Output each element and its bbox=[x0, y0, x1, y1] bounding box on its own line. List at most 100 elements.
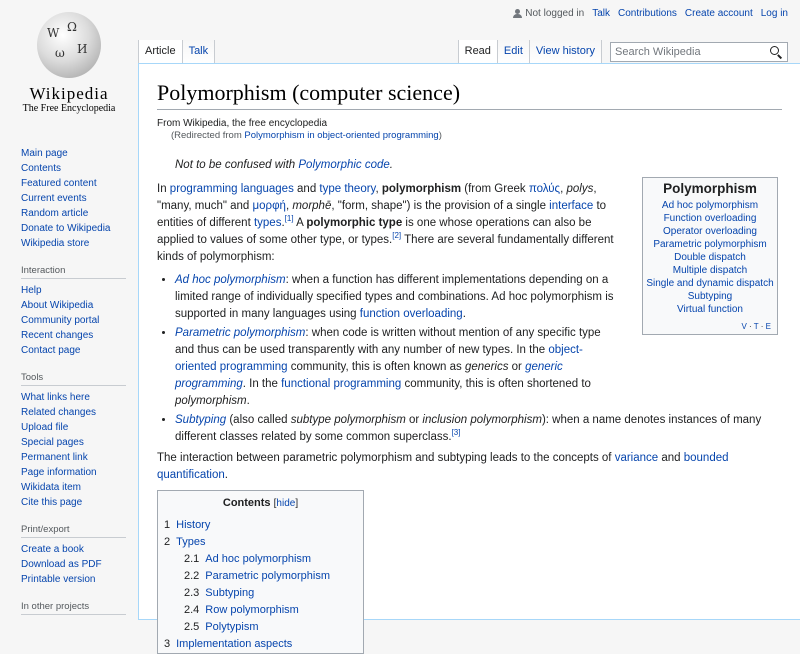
link-greek-morphe[interactable]: μορφή bbox=[253, 200, 286, 212]
navbox-link[interactable]: Virtual function bbox=[677, 304, 743, 315]
sidebar-link[interactable]: Cite this page bbox=[21, 497, 82, 508]
link-subtyping[interactable]: Subtyping bbox=[175, 414, 226, 426]
sidebar-link[interactable]: Contents bbox=[21, 163, 61, 174]
sidebar-item[interactable]: Cite this page bbox=[21, 495, 136, 510]
toc-hide-link[interactable]: hide bbox=[276, 498, 295, 509]
navbox-link[interactable]: Parametric polymorphism bbox=[653, 239, 766, 250]
contributions-link[interactable]: Contributions bbox=[618, 8, 677, 19]
sidebar-item[interactable]: Contents bbox=[21, 161, 136, 176]
sidebar-item[interactable]: Main page bbox=[21, 146, 136, 161]
search-icon[interactable] bbox=[769, 45, 783, 59]
link-parametric[interactable]: Parametric polymorphism bbox=[175, 327, 305, 339]
sidebar-link[interactable]: Main page bbox=[21, 148, 68, 159]
log-in-link[interactable]: Log in bbox=[761, 8, 788, 19]
toc-link[interactable]: Ad hoc polymorphism bbox=[205, 553, 311, 565]
sidebar-link[interactable]: Recent changes bbox=[21, 330, 93, 341]
sidebar-link[interactable]: Community portal bbox=[21, 315, 99, 326]
navbox-link[interactable]: Double dispatch bbox=[674, 252, 746, 263]
toc-entry[interactable]: 2 Types bbox=[164, 534, 357, 551]
navbox-link[interactable]: Multiple dispatch bbox=[673, 265, 747, 276]
sidebar-item[interactable]: Wikidata item bbox=[21, 480, 136, 495]
toc-entry[interactable]: 2.2 Parametric polymorphism bbox=[164, 568, 357, 585]
sidebar-link[interactable]: Create a book bbox=[21, 544, 84, 555]
sidebar-link[interactable]: Random article bbox=[21, 208, 88, 219]
tab-talk[interactable]: Talk bbox=[182, 40, 216, 64]
sidebar-item[interactable]: Current events bbox=[21, 191, 136, 206]
link-function-overloading[interactable]: function overloading bbox=[360, 308, 463, 320]
tab-article[interactable]: Article bbox=[138, 40, 183, 64]
sidebar-item[interactable]: About Wikipedia bbox=[21, 298, 136, 313]
cite-ref-1[interactable]: [1] bbox=[285, 214, 294, 223]
tab-edit[interactable]: Edit bbox=[497, 40, 530, 64]
vte-edit-link[interactable]: E bbox=[766, 322, 771, 331]
hatnote-link[interactable]: Polymorphic code bbox=[298, 159, 389, 171]
navbox-link[interactable]: Subtyping bbox=[688, 291, 732, 302]
link-interface[interactable]: interface bbox=[549, 200, 593, 212]
sidebar-item[interactable]: Recent changes bbox=[21, 328, 136, 343]
link-type-theory[interactable]: type theory bbox=[319, 183, 375, 195]
toc-entry[interactable]: 2.3 Subtyping bbox=[164, 585, 357, 602]
sidebar-link[interactable]: Permanent link bbox=[21, 452, 88, 463]
toc-entry[interactable]: 2.5 Polytypism bbox=[164, 619, 357, 636]
toc-link[interactable]: Types bbox=[176, 536, 205, 548]
sidebar-item[interactable]: Related changes bbox=[21, 405, 136, 420]
redirect-link[interactable]: Polymorphism in object-oriented programm… bbox=[244, 130, 438, 141]
sidebar-link[interactable]: Current events bbox=[21, 193, 87, 204]
toc-entry[interactable]: 3 Implementation aspects bbox=[164, 636, 357, 653]
sidebar-item[interactable]: Download as PDF bbox=[21, 557, 136, 572]
sidebar-link[interactable]: Printable version bbox=[21, 574, 95, 585]
link-functional-programming[interactable]: functional programming bbox=[281, 378, 401, 390]
link-ad-hoc[interactable]: Ad hoc polymorphism bbox=[175, 274, 286, 286]
tab-view-history[interactable]: View history bbox=[529, 40, 602, 64]
sidebar-link[interactable]: Download as PDF bbox=[21, 559, 102, 570]
sidebar-item[interactable]: Printable version bbox=[21, 572, 136, 587]
sidebar-link[interactable]: Contact page bbox=[21, 345, 81, 356]
sidebar-link[interactable]: About Wikipedia bbox=[21, 300, 93, 311]
navbox-link[interactable]: Ad hoc polymorphism bbox=[662, 200, 758, 211]
sidebar-link[interactable]: Help bbox=[21, 285, 42, 296]
navbox-link[interactable]: Function overloading bbox=[664, 213, 757, 224]
toc-link[interactable]: Subtyping bbox=[205, 587, 254, 599]
sidebar-link[interactable]: Wikidata item bbox=[21, 482, 81, 493]
sidebar-item[interactable]: What links here bbox=[21, 390, 136, 405]
sidebar-link[interactable]: What links here bbox=[21, 392, 90, 403]
cite-ref-2[interactable]: [2] bbox=[392, 231, 401, 240]
toc-link[interactable]: Implementation aspects bbox=[176, 638, 292, 650]
navbox-link[interactable]: Single and dynamic dispatch bbox=[646, 278, 773, 289]
sidebar-link[interactable]: Featured content bbox=[21, 178, 97, 189]
sidebar-item[interactable]: Special pages bbox=[21, 435, 136, 450]
sidebar-item[interactable]: Random article bbox=[21, 206, 136, 221]
sidebar-item[interactable]: Wikipedia store bbox=[21, 236, 136, 251]
sidebar-item[interactable]: Upload file bbox=[21, 420, 136, 435]
sidebar-item[interactable]: Help bbox=[21, 283, 136, 298]
link-programming-languages[interactable]: programming languages bbox=[170, 183, 294, 195]
sidebar-item[interactable]: Community portal bbox=[21, 313, 136, 328]
toc-entry[interactable]: 1 History bbox=[164, 517, 357, 534]
navbox-link[interactable]: Operator overloading bbox=[663, 226, 757, 237]
toc-link[interactable]: History bbox=[176, 519, 210, 531]
create-account-link[interactable]: Create account bbox=[685, 8, 753, 19]
sidebar-item[interactable]: Page information bbox=[21, 465, 136, 480]
search-input[interactable] bbox=[611, 46, 769, 58]
toc-link[interactable]: Polytypism bbox=[205, 621, 258, 633]
toc-link[interactable]: Parametric polymorphism bbox=[205, 570, 330, 582]
toc-link[interactable]: Row polymorphism bbox=[205, 604, 299, 616]
sidebar-item[interactable]: Permanent link bbox=[21, 450, 136, 465]
sidebar-link[interactable]: Related changes bbox=[21, 407, 96, 418]
talk-link[interactable]: Talk bbox=[592, 8, 610, 19]
toc-entry[interactable]: 2.1 Ad hoc polymorphism bbox=[164, 551, 357, 568]
sidebar-item[interactable]: Contact page bbox=[21, 343, 136, 358]
sidebar-link[interactable]: Donate to Wikipedia bbox=[21, 223, 111, 234]
wikipedia-logo[interactable]: W Ω ω И Wikipedia The Free Encyclopedia bbox=[14, 10, 124, 125]
sidebar-link[interactable]: Special pages bbox=[21, 437, 84, 448]
sidebar-link[interactable]: Wikipedia store bbox=[21, 238, 89, 249]
toc-entry[interactable]: 2.4 Row polymorphism bbox=[164, 602, 357, 619]
sidebar-item[interactable]: Featured content bbox=[21, 176, 136, 191]
link-greek-polys[interactable]: πολύς bbox=[529, 183, 560, 195]
tab-read[interactable]: Read bbox=[457, 40, 498, 64]
sidebar-item[interactable]: Donate to Wikipedia bbox=[21, 221, 136, 236]
sidebar-item[interactable]: Create a book bbox=[21, 542, 136, 557]
sidebar-link[interactable]: Page information bbox=[21, 467, 97, 478]
cite-ref-3[interactable]: [3] bbox=[452, 428, 461, 437]
link-types[interactable]: types bbox=[254, 217, 282, 229]
